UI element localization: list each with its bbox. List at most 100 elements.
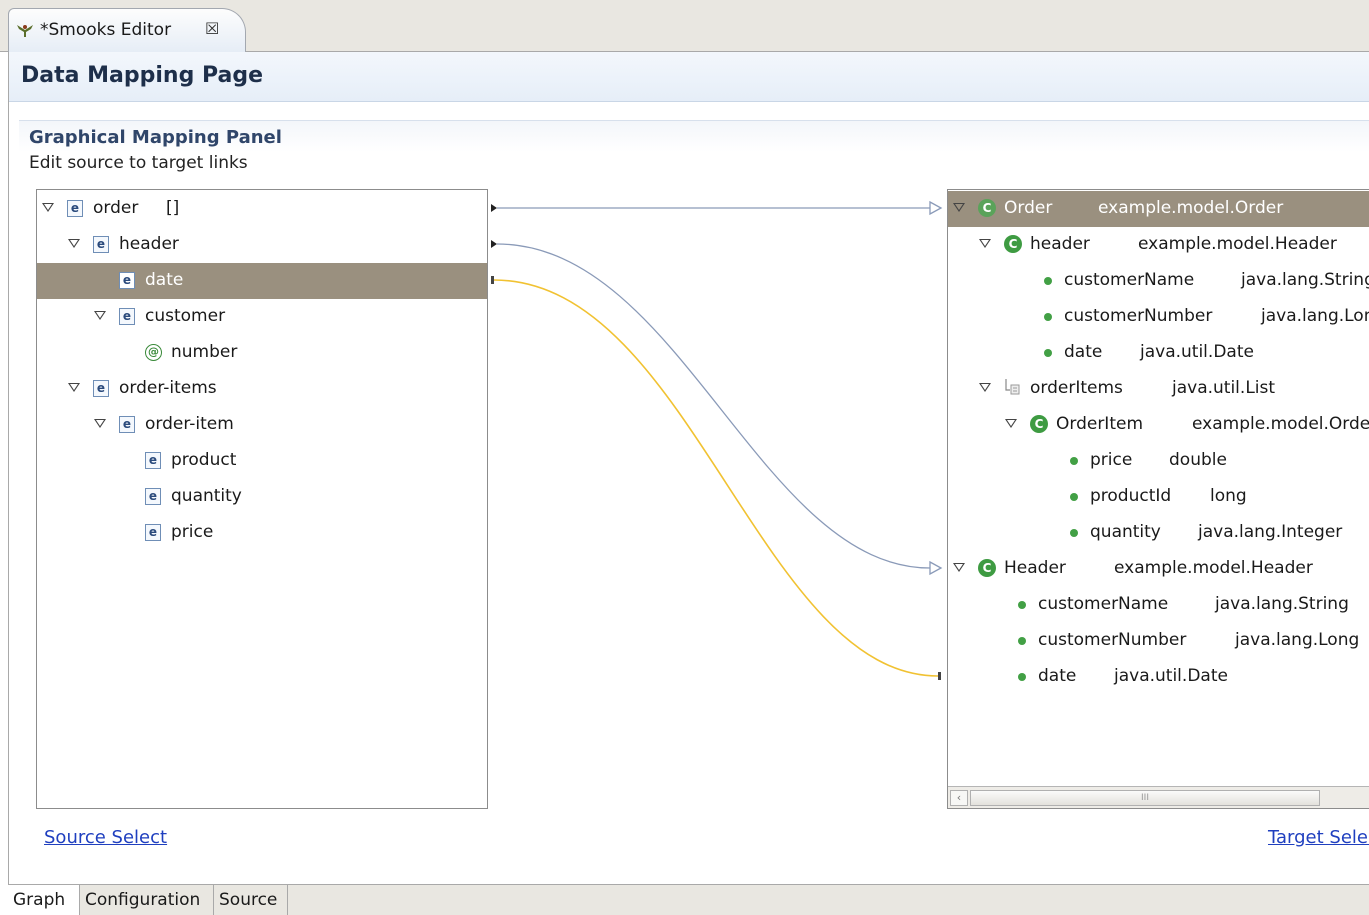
tree-item-label: price <box>171 522 214 542</box>
tree-item[interactable]: e price <box>37 515 487 551</box>
tree-item-label: order-item <box>145 414 234 434</box>
field-icon <box>1070 493 1078 501</box>
tree-item[interactable]: C Header example.model.Header <box>948 551 1369 587</box>
field-icon <box>1018 673 1026 681</box>
expand-toggle-icon[interactable] <box>1004 417 1018 431</box>
editor-tab-bar: *Smooks Editor ☒ <box>0 0 1369 52</box>
tree-item-label: quantity <box>1090 522 1161 542</box>
tree-item[interactable]: e order-items <box>37 371 487 407</box>
class-icon: C <box>1030 415 1048 433</box>
tree-item[interactable]: date java.util.Date <box>948 659 1369 695</box>
tab-configuration[interactable]: Configuration <box>80 885 214 915</box>
tree-item-label: date <box>145 270 184 290</box>
field-icon <box>1044 313 1052 321</box>
tree-item-type: long <box>1210 486 1247 506</box>
expand-toggle-icon[interactable] <box>67 237 81 251</box>
bottom-tab-bar: Graph Configuration Source <box>8 884 1369 915</box>
tree-item-type: java.util.List <box>1172 378 1276 398</box>
tree-item-label: number <box>171 342 238 362</box>
editor-page: Data Mapping Page Graphical Mapping Pane… <box>8 52 1369 915</box>
target-tree[interactable]: date java.util.Date customerNumber java.lan… <box>947 189 1369 809</box>
element-icon: e <box>93 380 109 397</box>
tree-item-type: example.model.Header <box>1114 558 1313 578</box>
tree-item-type: java.lang.String <box>1215 594 1349 614</box>
tree-item[interactable]: e customer <box>37 299 487 335</box>
tree-item[interactable]: orderItems java.util.List <box>948 371 1369 407</box>
element-icon: e <box>145 524 161 541</box>
tree-item[interactable]: Cheader example.model.Header <box>948 227 1369 263</box>
tree-item-label: Header <box>1004 558 1066 578</box>
tree-item-label: customer <box>145 306 226 326</box>
tree-item[interactable]: C Order example.model.Order <box>948 191 1369 227</box>
tree-item[interactable]: price double <box>948 443 1369 479</box>
tree-item-type: double <box>1169 450 1227 470</box>
field-icon <box>1018 637 1026 645</box>
expand-toggle-icon[interactable] <box>41 201 55 215</box>
editor-tab-label: *Smooks Editor <box>40 20 172 40</box>
tab-graph[interactable]: Graph <box>8 885 80 915</box>
field-icon <box>1070 457 1078 465</box>
tree-item-type: java.util.Date <box>1140 342 1254 362</box>
element-icon: e <box>67 200 83 217</box>
target-select-link[interactable]: Target Select <box>1268 827 1369 848</box>
expand-toggle-icon[interactable] <box>952 201 966 215</box>
tree-item[interactable]: C OrderItem example.model.OrderItem <box>948 407 1369 443</box>
scrollbar-thumb[interactable]: III <box>970 790 1320 806</box>
tree-item-type: java.lang.Long <box>1261 306 1369 326</box>
tree-item[interactable]: quantity java.lang.Integer <box>948 515 1369 551</box>
tree-item[interactable]: customerName java.lang.String <box>948 587 1369 623</box>
tree-item[interactable]: e product <box>37 443 487 479</box>
tree-item[interactable]: e quantity <box>37 479 487 515</box>
tree-item-type: java.util.Date <box>1114 666 1228 686</box>
tree-item-label: customerName <box>1064 270 1195 290</box>
tree-item[interactable]: e date <box>37 263 487 299</box>
tab-source[interactable]: Source <box>214 885 288 915</box>
element-icon: e <box>145 488 161 505</box>
tree-item-label: header <box>1030 234 1090 254</box>
expand-toggle-icon[interactable] <box>952 561 966 575</box>
section-header: Graphical Mapping Panel <box>19 120 1369 152</box>
attribute-icon: @ <box>145 344 162 361</box>
tree-item-type: example.model.Order <box>1098 198 1284 218</box>
field-icon <box>1018 601 1026 609</box>
class-icon: C <box>1004 235 1022 253</box>
tree-item[interactable]: customerNumber java.lang.Long <box>948 299 1369 335</box>
element-icon: e <box>119 416 135 433</box>
scroll-left-icon[interactable]: ‹ <box>950 790 968 806</box>
class-icon: C <box>978 559 996 577</box>
tree-item[interactable]: @ number <box>37 335 487 371</box>
tree-item[interactable]: productId long <box>948 479 1369 515</box>
source-select-link[interactable]: Source Select <box>44 827 167 848</box>
close-icon[interactable]: ☒ <box>205 19 219 38</box>
expand-toggle-icon[interactable] <box>93 309 107 323</box>
field-icon <box>1044 277 1052 285</box>
tree-item-label: productId <box>1090 486 1172 506</box>
tree-item[interactable]: e header <box>37 227 487 263</box>
horizontal-scrollbar[interactable]: ‹ III <box>948 786 1369 808</box>
tree-item[interactable]: customerName java.lang.String <box>948 263 1369 299</box>
tree-item-type: example.model.Header <box>1138 234 1337 254</box>
tree-item[interactable]: date java.util.Date <box>948 335 1369 371</box>
tree-item-label: quantity <box>171 486 242 506</box>
tree-item[interactable]: e order [] <box>37 191 487 227</box>
tree-item[interactable]: customerNumber java.lang.Long <box>948 623 1369 659</box>
section-description: Edit source to target links <box>29 153 248 173</box>
expand-toggle-icon[interactable] <box>978 381 992 395</box>
tree-item-label: product <box>171 450 237 470</box>
expand-toggle-icon[interactable] <box>93 417 107 431</box>
smooks-editor-tab[interactable]: *Smooks Editor ☒ <box>8 8 246 52</box>
tree-item[interactable]: e order-item <box>37 407 487 443</box>
tree-item-label: order-items <box>119 378 217 398</box>
section-title: Graphical Mapping Panel <box>29 127 282 148</box>
tree-item-label: Order <box>1004 198 1053 218</box>
tree-item-label: date <box>1038 666 1077 686</box>
tree-item-label: OrderItem <box>1056 414 1144 434</box>
tree-item-label: customerNumber <box>1064 306 1213 326</box>
tree-item-type: java.lang.Long <box>1235 630 1360 650</box>
element-icon: e <box>119 308 135 325</box>
expand-toggle-icon[interactable] <box>978 237 992 251</box>
tree-item-label: header <box>119 234 179 254</box>
tree-item-type: java.lang.String <box>1241 270 1369 290</box>
source-tree[interactable]: e order[] e header e date e customer @ number e ord… <box>36 189 488 809</box>
expand-toggle-icon[interactable] <box>67 381 81 395</box>
